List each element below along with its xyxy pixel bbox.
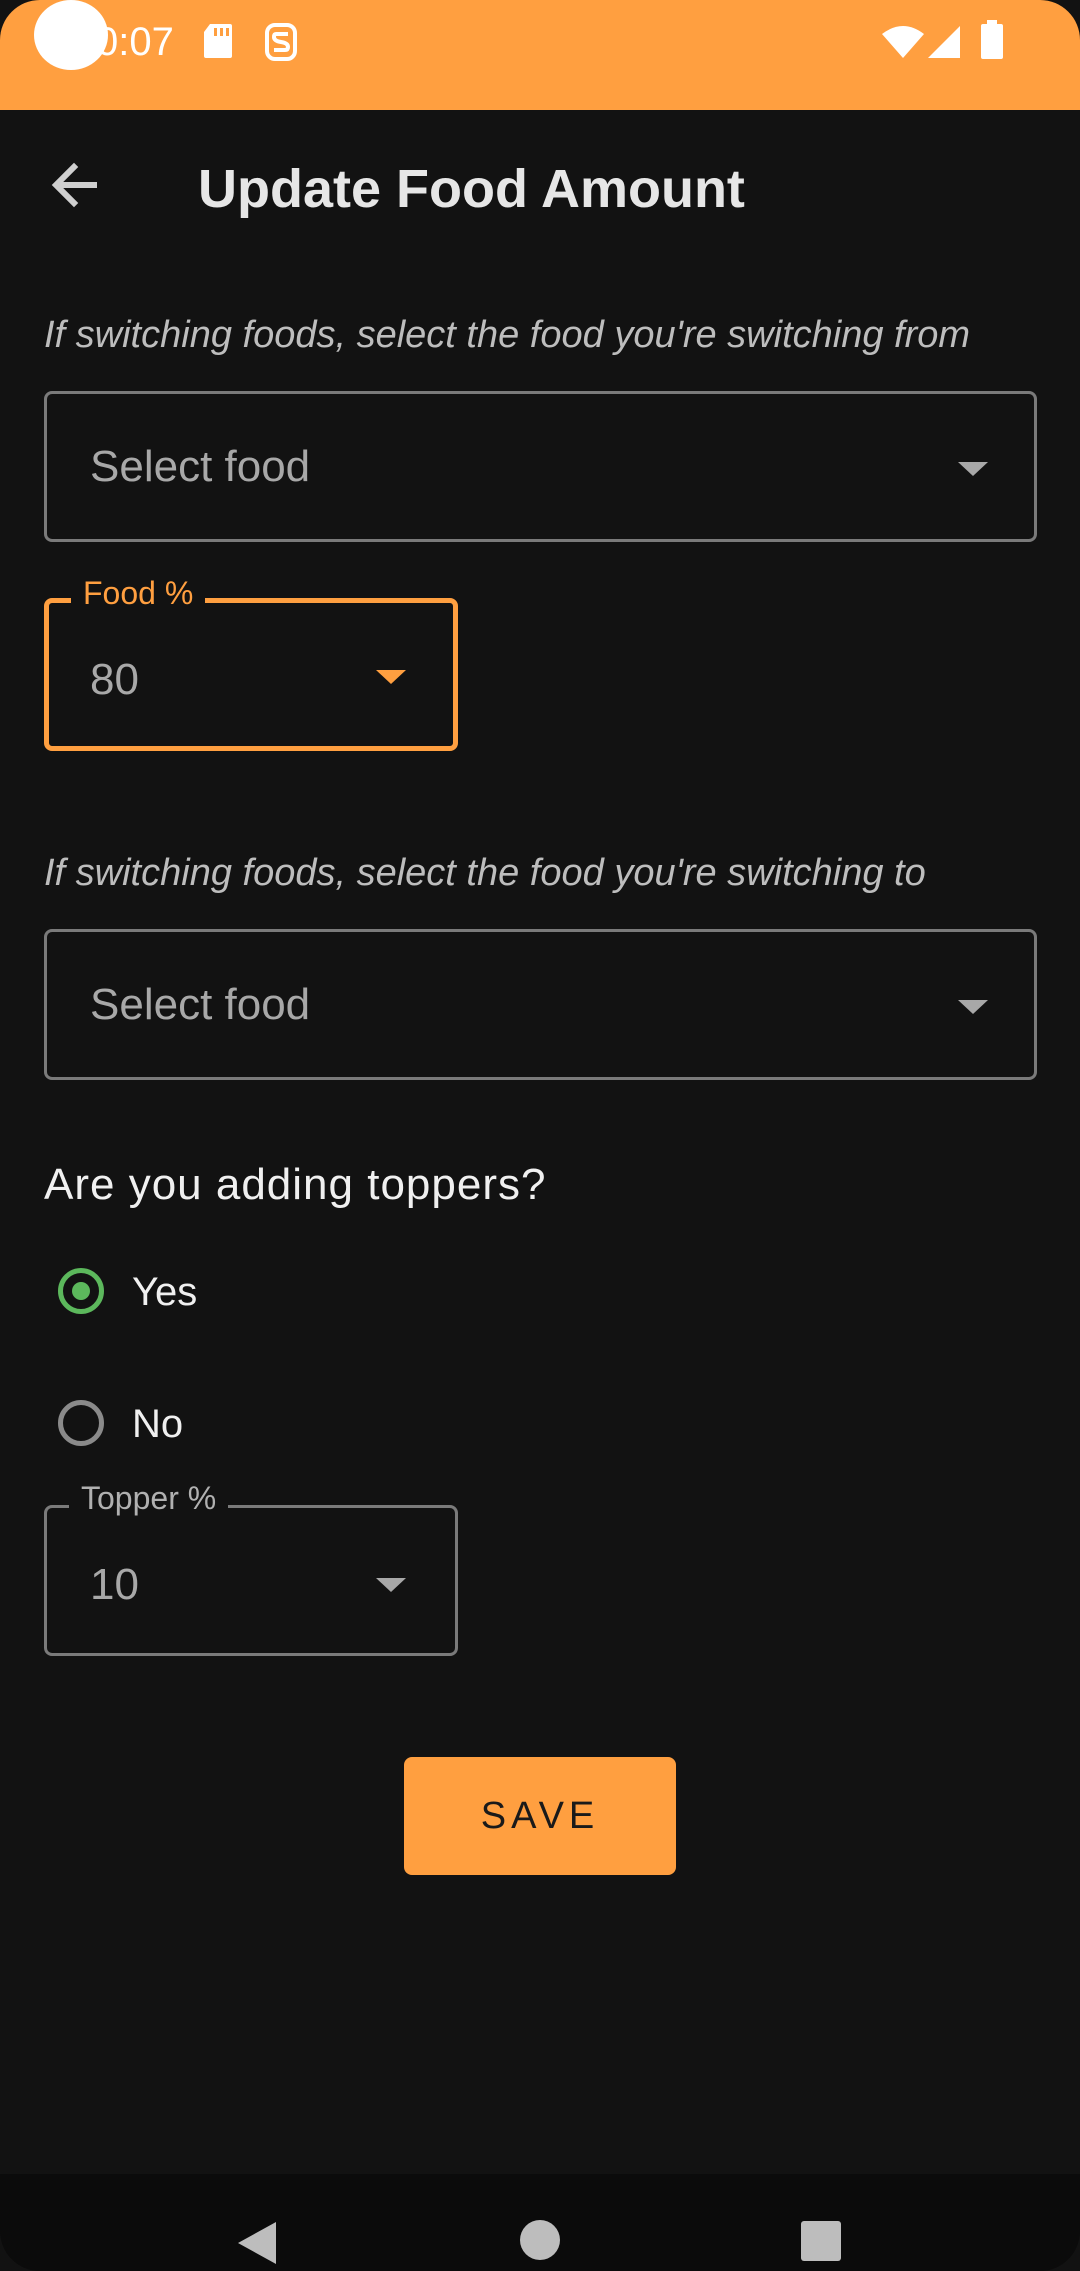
switch-to-hint: If switching foods, select the food you'… [44, 852, 926, 894]
nav-recents-icon[interactable] [800, 2220, 842, 2262]
toppers-yes-label: Yes [132, 1270, 198, 1314]
system-nav-bar [0, 2174, 1080, 2271]
food-percent-label: Food % [71, 575, 206, 612]
battery-icon [981, 20, 1003, 59]
switch-from-hint: If switching foods, select the food you'… [44, 314, 971, 356]
status-bar: 0:07 [0, 0, 1080, 110]
toppers-no-label: No [132, 1402, 184, 1446]
switch-from-placeholder: Select food [90, 442, 311, 491]
wifi-icon [882, 26, 924, 58]
toppers-question: Are you adding toppers? [44, 1160, 547, 1209]
food-percent-select[interactable]: Food % 80 [44, 575, 458, 751]
page-title: Update Food Amount [198, 159, 745, 219]
chevron-down-icon [958, 462, 988, 476]
topper-percent-select[interactable]: Topper % 10 [44, 1480, 458, 1656]
switch-from-select[interactable]: Select food [44, 391, 1037, 542]
radio-checked-icon [58, 1268, 104, 1314]
switch-to-placeholder: Select food [90, 980, 311, 1029]
status-time: 0:07 [96, 20, 174, 64]
topper-percent-value: 10 [90, 1560, 139, 1609]
radio-unchecked-icon [58, 1400, 104, 1446]
chevron-down-icon [958, 1000, 988, 1014]
notification-icon [265, 23, 297, 61]
nav-back-icon[interactable] [234, 2220, 278, 2266]
back-arrow-icon[interactable] [42, 150, 112, 220]
switch-to-select[interactable]: Select food [44, 929, 1037, 1080]
nav-home-icon[interactable] [518, 2218, 562, 2262]
chevron-down-icon [376, 670, 406, 684]
chevron-down-icon [376, 1578, 406, 1592]
sd-card-icon [204, 24, 232, 58]
cell-signal-icon [928, 26, 960, 58]
save-button[interactable]: SAVE [404, 1757, 676, 1875]
topper-percent-label: Topper % [69, 1480, 229, 1517]
food-percent-value: 80 [90, 655, 139, 704]
